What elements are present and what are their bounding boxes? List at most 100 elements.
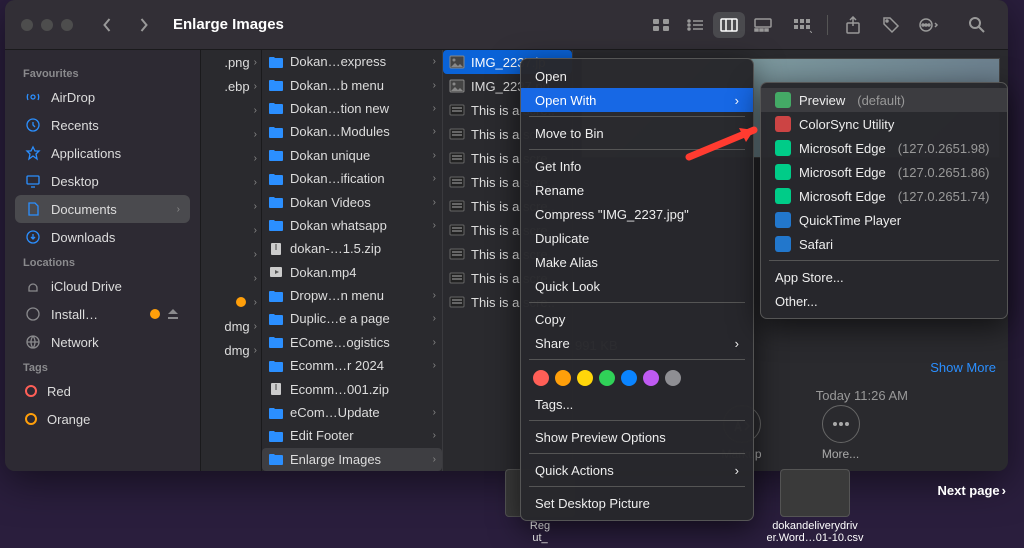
open-with-colorsync-utility[interactable]: ColorSync Utility xyxy=(761,112,1007,136)
tag-color-swatch[interactable] xyxy=(555,370,571,386)
tag-color-swatch[interactable] xyxy=(621,370,637,386)
folder-item[interactable]: Ecomm…001.zip xyxy=(262,377,442,400)
col1-item[interactable]: › xyxy=(201,122,261,146)
ctx-tags[interactable]: Tags... xyxy=(521,392,753,416)
folder-item[interactable]: Dokan.mp4 xyxy=(262,261,442,284)
ctx-rename[interactable]: Rename xyxy=(521,178,753,202)
col1-item[interactable]: › xyxy=(201,146,261,170)
sidebar-tag-red[interactable]: Red xyxy=(15,377,190,405)
gallery-view-button[interactable] xyxy=(747,12,779,38)
close-dot[interactable] xyxy=(21,19,33,31)
open-with-microsoft-edge[interactable]: Microsoft Edge(127.0.2651.86) xyxy=(761,160,1007,184)
zoom-dot[interactable] xyxy=(61,19,73,31)
sidebar-item-recents[interactable]: Recents xyxy=(15,111,190,139)
sidebar-item-downloads[interactable]: Downloads xyxy=(15,223,190,251)
tag-color-swatch[interactable] xyxy=(599,370,615,386)
view-mode-group xyxy=(645,12,779,38)
ctx-quick-actions[interactable]: Quick Actions› xyxy=(521,458,753,482)
back-button[interactable] xyxy=(93,11,121,39)
ctx-set-desktop-picture[interactable]: Set Desktop Picture xyxy=(521,491,753,515)
share-button[interactable] xyxy=(838,12,868,38)
next-page-link[interactable]: Next page› xyxy=(938,483,1006,498)
image-file-icon xyxy=(449,271,465,285)
item-label: Ecomm…001.zip xyxy=(290,382,436,397)
sidebar-item-airdrop[interactable]: AirDrop xyxy=(15,83,190,111)
sidebar-item-label: Network xyxy=(51,335,99,350)
sidebar-item-applications[interactable]: Applications xyxy=(15,139,190,167)
sidebar-item-desktop[interactable]: Desktop xyxy=(15,167,190,195)
sidebar-item-install[interactable]: Install… xyxy=(15,300,190,328)
ctx-compress[interactable]: Compress "IMG_2237.jpg" xyxy=(521,202,753,226)
col1-item[interactable]: › xyxy=(201,242,261,266)
open-with-microsoft-edge[interactable]: Microsoft Edge(127.0.2651.98) xyxy=(761,136,1007,160)
minimize-dot[interactable] xyxy=(41,19,53,31)
folder-item[interactable]: Ecomm…r 2024› xyxy=(262,354,442,377)
folder-item[interactable]: dokan-…1.5.zip xyxy=(262,237,442,260)
ctx-open[interactable]: Open xyxy=(521,64,753,88)
show-more-link[interactable]: Show More xyxy=(930,360,996,375)
ctx-share[interactable]: Share› xyxy=(521,331,753,355)
ctx-duplicate[interactable]: Duplicate xyxy=(521,226,753,250)
ctx-quick-look[interactable]: Quick Look xyxy=(521,274,753,298)
folder-item[interactable]: Dokan Videos› xyxy=(262,190,442,213)
list-view-button[interactable] xyxy=(679,12,711,38)
more-action[interactable]: More... xyxy=(822,405,860,461)
tag-color-swatch[interactable] xyxy=(533,370,549,386)
sidebar-tag-orange[interactable]: Orange xyxy=(15,405,190,433)
action-menu-button[interactable] xyxy=(914,12,944,38)
folder-item[interactable]: Dokan…express› xyxy=(262,50,442,73)
sidebar-item-label: AirDrop xyxy=(51,90,95,105)
col1-item[interactable]: › xyxy=(201,98,261,122)
chevron-right-icon: › xyxy=(433,430,436,441)
folder-item[interactable]: Edit Footer› xyxy=(262,424,442,447)
col1-item[interactable]: dmg› xyxy=(201,314,261,338)
tag-dot-icon xyxy=(25,385,37,397)
open-with-microsoft-edge[interactable]: Microsoft Edge(127.0.2651.74) xyxy=(761,184,1007,208)
open-with-preview[interactable]: Preview(default) xyxy=(761,88,1007,112)
folder-item[interactable]: Dokan…Modules› xyxy=(262,120,442,143)
folder-item[interactable]: Duplic…e a page› xyxy=(262,307,442,330)
item-label: Dokan…express xyxy=(290,54,427,69)
col1-item[interactable]: › xyxy=(201,170,261,194)
group-button[interactable] xyxy=(787,12,817,38)
ctx-copy[interactable]: Copy xyxy=(521,307,753,331)
col1-item[interactable]: › xyxy=(201,290,261,314)
sub-other[interactable]: Other... xyxy=(761,289,1007,313)
sub-app-store[interactable]: App Store... xyxy=(761,265,1007,289)
tag-color-swatch[interactable] xyxy=(643,370,659,386)
forward-button[interactable] xyxy=(129,11,157,39)
folder-item[interactable]: Dokan…b menu› xyxy=(262,73,442,96)
folder-item[interactable]: Enlarge Images› xyxy=(262,448,442,471)
ctx-make-alias[interactable]: Make Alias xyxy=(521,250,753,274)
open-with-quicktime-player[interactable]: QuickTime Player xyxy=(761,208,1007,232)
column-view-button[interactable] xyxy=(713,12,745,38)
folder-item[interactable]: ECome…ogistics› xyxy=(262,331,442,354)
folder-item[interactable]: eCom…Update› xyxy=(262,401,442,424)
folder-item[interactable]: Dokan…tion new› xyxy=(262,97,442,120)
ctx-open-with[interactable]: Open With› xyxy=(521,88,753,112)
folder-item[interactable]: Dokan…ification› xyxy=(262,167,442,190)
col1-item[interactable]: .ebp› xyxy=(201,74,261,98)
search-button[interactable] xyxy=(962,12,992,38)
orange-tag-dot xyxy=(150,309,160,319)
sidebar-item-iclouddrive[interactable]: iCloud Drive xyxy=(15,272,190,300)
folder-item[interactable]: Dokan unique› xyxy=(262,144,442,167)
tag-color-swatch[interactable] xyxy=(577,370,593,386)
eject-icon[interactable] xyxy=(166,307,180,321)
col1-item[interactable]: .png› xyxy=(201,50,261,74)
tag-button[interactable] xyxy=(876,12,906,38)
col1-item[interactable]: › xyxy=(201,266,261,290)
sidebar-item-network[interactable]: Network xyxy=(15,328,190,356)
col1-item[interactable]: dmg› xyxy=(201,338,261,362)
ctx-preview-options[interactable]: Show Preview Options xyxy=(521,425,753,449)
icon-view-button[interactable] xyxy=(645,12,677,38)
sidebar-item-documents[interactable]: Documents› xyxy=(15,195,190,223)
col1-item[interactable]: › xyxy=(201,194,261,218)
tag-color-swatch[interactable] xyxy=(665,370,681,386)
desktop-file-2[interactable]: dokandeliverydriv er.Word…01-10.csv xyxy=(760,469,870,544)
folder-item[interactable]: Dropw…n menu› xyxy=(262,284,442,307)
col1-item[interactable]: › xyxy=(201,218,261,242)
open-with-safari[interactable]: Safari xyxy=(761,232,1007,256)
sidebar-item-label: iCloud Drive xyxy=(51,279,122,294)
folder-item[interactable]: Dokan whatsapp› xyxy=(262,214,442,237)
